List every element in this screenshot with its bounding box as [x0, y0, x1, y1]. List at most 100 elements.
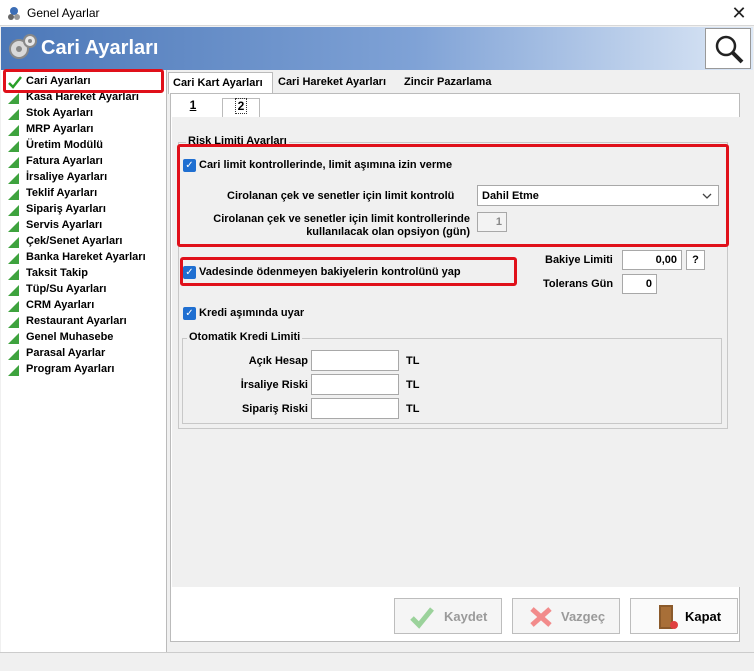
sidebar-item-label: Sipariş Ayarları — [26, 203, 106, 215]
sidebar-item[interactable]: İrsaliye Ayarları — [4, 170, 164, 186]
tab-label: Cari Hareket Ayarları — [278, 76, 387, 88]
help-button[interactable]: ? — [686, 250, 705, 270]
sidebar-item[interactable]: Tüp/Su Ayarları — [4, 282, 164, 298]
sidebar-item[interactable]: Restaurant Ayarları — [4, 314, 164, 330]
close-icon[interactable]: ✕ — [727, 1, 751, 25]
sidebar-item[interactable]: Taksit Takip — [4, 266, 164, 282]
triangle-icon — [8, 205, 19, 216]
triangle-icon — [8, 333, 19, 344]
title-bar: Genel Ayarlar ✕ — [0, 0, 754, 26]
selection-highlight — [3, 69, 164, 93]
triangle-icon — [8, 237, 19, 248]
sidebar-item-label: Parasal Ayarlar — [26, 347, 106, 359]
sidebar-item[interactable]: Genel Muhasebe — [4, 330, 164, 346]
sidebar-item-label: Teklif Ayarları — [26, 187, 98, 199]
check-icon — [410, 607, 434, 629]
sidebar-item[interactable]: MRP Ayarları — [4, 122, 164, 138]
cancel-button[interactable]: Vazgeç — [512, 598, 620, 634]
sidebar-item[interactable]: Sipariş Ayarları — [4, 202, 164, 218]
sidebar-item[interactable]: Parasal Ayarlar — [4, 346, 164, 362]
vade-highlight-box — [180, 257, 517, 286]
sidebar-item-label: CRM Ayarları — [26, 299, 95, 311]
kredi-checkbox[interactable]: ✓ — [183, 307, 196, 320]
triangle-icon — [8, 141, 19, 152]
subtab-1[interactable]: 1 — [178, 98, 208, 118]
search-icon — [715, 35, 744, 64]
status-bar — [0, 652, 754, 671]
triangle-icon — [8, 157, 19, 168]
limit-highlight-box — [177, 144, 729, 247]
exit-door-icon — [659, 605, 678, 629]
tolerans-input[interactable]: 0 — [622, 274, 657, 294]
triangle-icon — [8, 365, 19, 376]
triangle-icon — [8, 317, 19, 328]
app-icon — [8, 7, 20, 20]
sidebar-item-label: Fatura Ayarları — [26, 155, 103, 167]
siparis-riski-label: Sipariş Riski — [241, 403, 308, 415]
sidebar-item-label: Genel Muhasebe — [26, 331, 114, 343]
siparis-riski-unit: TL — [406, 403, 420, 415]
tab-cari-kart[interactable]: Cari Kart Ayarları — [168, 72, 273, 94]
tolerans-label: Tolerans Gün — [543, 278, 614, 290]
irsaliye-riski-unit: TL — [406, 379, 420, 391]
sidebar-item[interactable]: Stok Ayarları — [4, 106, 164, 122]
acik-hesap-unit: TL — [406, 355, 420, 367]
sidebar-item-label: Servis Ayarları — [26, 219, 103, 231]
page-header: Cari Ayarları — [1, 27, 753, 70]
sidebar-item[interactable]: Çek/Senet Ayarları — [4, 234, 164, 250]
subtab-label: 2 — [234, 98, 248, 114]
kredi-label: Kredi aşımında uyar — [199, 307, 305, 319]
sidebar-item-label: İrsaliye Ayarları — [26, 171, 108, 183]
sidebar-item[interactable]: Teklif Ayarları — [4, 186, 164, 202]
bakiye-limit-input[interactable]: 0,00 — [622, 250, 682, 270]
sidebar-item[interactable]: CRM Ayarları — [4, 298, 164, 314]
cancel-button-label: Vazgeç — [561, 609, 606, 624]
page-title: Cari Ayarları — [41, 37, 159, 59]
sidebar-item[interactable]: Program Ayarları — [4, 362, 164, 378]
sidebar-item-label: Program Ayarları — [26, 363, 115, 375]
subtab-label: 1 — [189, 98, 197, 112]
bakiye-limit-label: Bakiye Limiti — [545, 254, 613, 266]
sidebar-item-label: Üretim Modülü — [26, 139, 103, 151]
tab-zincir-pazarlama[interactable]: Zincir Pazarlama — [400, 72, 510, 94]
triangle-icon — [8, 189, 19, 200]
triangle-icon — [8, 221, 19, 232]
close-button-label: Kapat — [685, 609, 722, 624]
save-button-label: Kaydet — [444, 609, 488, 624]
sidebar-item-label: Stok Ayarları — [26, 107, 94, 119]
irsaliye-riski-label: İrsaliye Riski — [240, 379, 308, 391]
save-button[interactable]: Kaydet — [394, 598, 502, 634]
tab-label: Zincir Pazarlama — [404, 76, 492, 88]
triangle-icon — [8, 93, 19, 104]
sidebar-item[interactable]: Fatura Ayarları — [4, 154, 164, 170]
triangle-icon — [8, 269, 19, 280]
sidebar-item-label: Çek/Senet Ayarları — [26, 235, 123, 247]
sidebar-item-label: Restaurant Ayarları — [26, 315, 127, 327]
close-button[interactable]: Kapat — [630, 598, 738, 634]
subtab-2[interactable]: 2 — [222, 98, 260, 118]
triangle-icon — [8, 253, 19, 264]
sidebar-item[interactable]: Servis Ayarları — [4, 218, 164, 234]
triangle-icon — [8, 285, 19, 296]
kredi-limit-group-label: Otomatik Kredi Limiti — [187, 331, 303, 343]
irsaliye-riski-input[interactable] — [311, 374, 399, 395]
triangle-icon — [8, 301, 19, 312]
search-button[interactable] — [705, 28, 751, 69]
sidebar-item[interactable]: Üretim Modülü — [4, 138, 164, 154]
triangle-icon — [8, 125, 19, 136]
siparis-riski-input[interactable] — [311, 398, 399, 419]
acik-hesap-label: Açık Hesap — [248, 355, 308, 367]
sidebar-item-label: Banka Hareket Ayarları — [26, 251, 146, 263]
help-icon: ? — [692, 254, 699, 266]
tab-label: Cari Kart Ayarları — [173, 77, 263, 89]
sidebar-item-label: Taksit Takip — [26, 267, 88, 279]
triangle-icon — [8, 173, 19, 184]
tolerans-value: 0 — [645, 278, 652, 290]
sidebar-item[interactable]: Banka Hareket Ayarları — [4, 250, 164, 266]
triangle-icon — [8, 109, 19, 120]
triangle-icon — [8, 349, 19, 360]
acik-hesap-input[interactable] — [311, 350, 399, 371]
bakiye-limit-value: 0,00 — [655, 254, 677, 266]
tab-cari-hareket[interactable]: Cari Hareket Ayarları — [274, 72, 399, 94]
sidebar-item-label: MRP Ayarları — [26, 123, 94, 135]
